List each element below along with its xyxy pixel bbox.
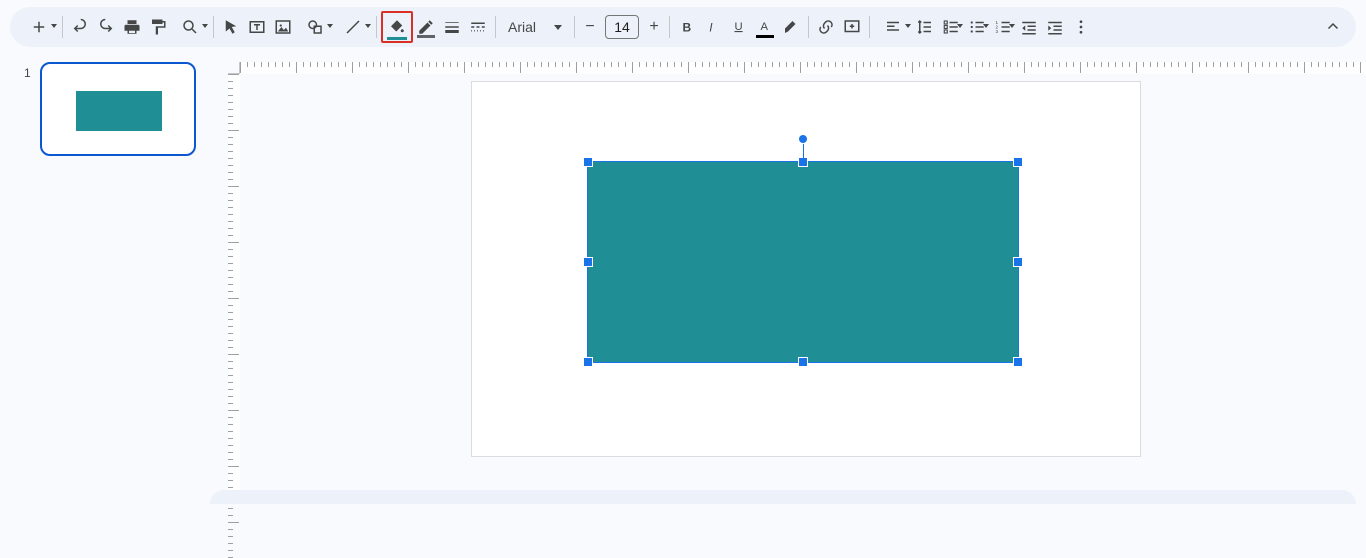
fill-color-button[interactable]	[381, 11, 413, 43]
slide-thumbnail-panel: 1	[0, 58, 210, 504]
insert-link-button[interactable]	[813, 14, 839, 40]
underline-button[interactable]: U	[726, 14, 752, 40]
text-color-button[interactable]: A	[752, 14, 778, 40]
resize-handle-nw[interactable]	[583, 157, 593, 167]
resize-handle-n[interactable]	[798, 157, 808, 167]
separator	[669, 16, 670, 38]
fill-color-swatch	[387, 37, 407, 40]
resize-handle-s[interactable]	[798, 357, 808, 367]
checklist-button[interactable]	[938, 14, 964, 40]
increase-indent-button[interactable]	[1042, 14, 1068, 40]
svg-text:U: U	[735, 21, 743, 33]
numbered-list-button[interactable]: 123	[990, 14, 1016, 40]
resize-handle-se[interactable]	[1013, 357, 1023, 367]
separator	[574, 16, 575, 38]
thumbnail-shape	[76, 91, 162, 131]
bulleted-list-button[interactable]	[964, 14, 990, 40]
resize-handle-ne[interactable]	[1013, 157, 1023, 167]
resize-handle-e[interactable]	[1013, 257, 1023, 267]
more-options-button[interactable]	[1068, 14, 1094, 40]
slide-number: 1	[24, 66, 31, 80]
border-color-swatch	[417, 35, 435, 38]
bottom-bar	[210, 490, 1356, 504]
rotation-handle[interactable]	[798, 134, 808, 144]
select-tool-button[interactable]	[218, 14, 244, 40]
svg-text:I: I	[709, 21, 713, 35]
line-spacing-button[interactable]	[912, 14, 938, 40]
collapse-toolbar-button[interactable]	[1320, 14, 1346, 40]
separator	[869, 16, 870, 38]
font-name-label: Arial	[508, 19, 536, 35]
decrease-font-button[interactable]: −	[579, 16, 601, 38]
insert-comment-button[interactable]	[839, 14, 865, 40]
selected-rectangle-shape[interactable]	[588, 162, 1018, 362]
font-size-input[interactable]	[605, 15, 639, 39]
slide-thumbnail-1[interactable]	[40, 62, 196, 156]
align-button[interactable]	[874, 14, 912, 40]
textbox-button[interactable]	[244, 14, 270, 40]
highlight-color-button[interactable]	[778, 14, 804, 40]
border-dash-button[interactable]	[465, 14, 491, 40]
print-button[interactable]	[119, 14, 145, 40]
separator	[213, 16, 214, 38]
resize-handle-sw[interactable]	[583, 357, 593, 367]
bold-button[interactable]: B	[674, 14, 700, 40]
decrease-indent-button[interactable]	[1016, 14, 1042, 40]
font-select[interactable]: Arial	[500, 14, 570, 40]
separator	[808, 16, 809, 38]
svg-text:B: B	[683, 21, 692, 35]
new-slide-button[interactable]	[20, 14, 58, 40]
separator	[62, 16, 63, 38]
ruler-corner	[228, 62, 240, 74]
shape-button[interactable]	[296, 14, 334, 40]
text-color-swatch	[756, 35, 774, 38]
border-weight-button[interactable]	[439, 14, 465, 40]
canvas-area[interactable]	[240, 74, 1366, 504]
resize-handle-w[interactable]	[583, 257, 593, 267]
zoom-button[interactable]	[171, 14, 209, 40]
slide-canvas[interactable]	[472, 82, 1140, 456]
italic-button[interactable]: I	[700, 14, 726, 40]
svg-text:A: A	[761, 21, 769, 33]
line-button[interactable]	[334, 14, 372, 40]
toolbar: Arial − + B I U A	[10, 7, 1356, 47]
separator	[376, 16, 377, 38]
border-color-button[interactable]	[413, 14, 439, 40]
font-size-group: − +	[579, 15, 665, 39]
image-button[interactable]	[270, 14, 296, 40]
paint-format-button[interactable]	[145, 14, 171, 40]
undo-button[interactable]	[67, 14, 93, 40]
redo-button[interactable]	[93, 14, 119, 40]
separator	[495, 16, 496, 38]
svg-text:3: 3	[996, 29, 999, 34]
increase-font-button[interactable]: +	[643, 16, 665, 38]
